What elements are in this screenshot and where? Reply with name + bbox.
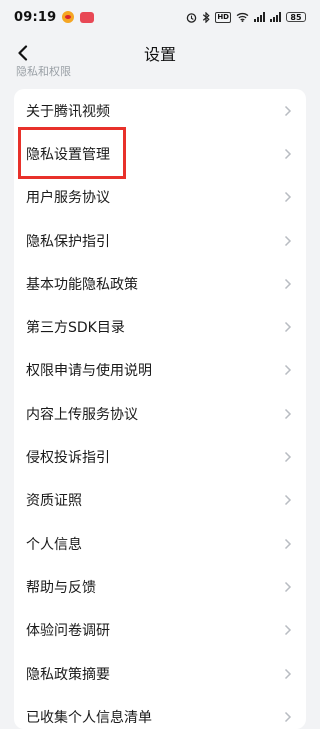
list-item-qualifications[interactable]: 资质证照 [14, 479, 306, 522]
chevron-right-icon [284, 668, 292, 680]
item-label: 个人信息 [26, 536, 82, 553]
chevron-right-icon [284, 494, 292, 506]
chevron-right-icon [284, 105, 292, 117]
item-label: 侵权投诉指引 [26, 450, 110, 467]
list-item-upload-agreement[interactable]: 内容上传服务协议 [14, 392, 306, 435]
status-left: 09:19 [14, 9, 95, 25]
chevron-right-icon [284, 364, 292, 376]
wifi-icon [236, 12, 249, 22]
item-label: 第三方SDK目录 [26, 320, 125, 337]
list-item-personal-info[interactable]: 个人信息 [14, 522, 306, 565]
list-item-basic-privacy-policy[interactable]: 基本功能隐私政策 [14, 262, 306, 305]
item-label: 资质证照 [26, 493, 82, 510]
alarm-icon [187, 12, 197, 23]
chevron-right-icon [284, 408, 292, 420]
page-title: 设置 [143, 45, 176, 64]
item-label: 用户服务协议 [26, 190, 110, 207]
list-item-user-agreement[interactable]: 用户服务协议 [14, 176, 306, 219]
chevron-right-icon [284, 321, 292, 333]
item-label: 隐私政策摘要 [26, 666, 110, 683]
chevron-left-icon [18, 45, 28, 61]
item-label: 内容上传服务协议 [26, 406, 138, 423]
status-bar: 09:19 HD 85 [0, 0, 320, 34]
hd-icon: HD [215, 11, 231, 23]
chevron-right-icon [284, 581, 292, 593]
item-label: 体验问卷调研 [26, 623, 110, 640]
item-label: 已收集个人信息清单 [26, 709, 152, 726]
section-header: 隐私和权限 [16, 66, 71, 78]
status-time: 09:19 [14, 9, 57, 25]
item-label: 基本功能隐私政策 [26, 276, 138, 293]
chevron-right-icon [284, 278, 292, 290]
message-icon [80, 11, 95, 23]
weibo-icon [62, 11, 75, 23]
signal-icon [254, 12, 265, 22]
highlight-annotation [18, 127, 126, 179]
bluetooth-icon [203, 11, 210, 23]
battery-icon: 85 [286, 12, 306, 22]
list-item-sdk-directory[interactable]: 第三方SDK目录 [14, 305, 306, 348]
list-item-infringement[interactable]: 侵权投诉指引 [14, 435, 306, 478]
chevron-right-icon [284, 538, 292, 550]
settings-list: 关于腾讯视频 隐私设置管理 用户服务协议 隐私保护指引 基本功能隐私政策 第三方… [14, 89, 306, 729]
chevron-right-icon [284, 148, 292, 160]
status-right: HD 85 [186, 11, 306, 23]
list-item-about[interactable]: 关于腾讯视频 [14, 89, 306, 132]
item-label: 关于腾讯视频 [26, 103, 110, 120]
item-label: 帮助与反馈 [26, 579, 96, 596]
list-item-survey[interactable]: 体验问卷调研 [14, 609, 306, 652]
chevron-right-icon [284, 711, 292, 723]
chevron-right-icon [284, 235, 292, 247]
list-item-permissions[interactable]: 权限申请与使用说明 [14, 349, 306, 392]
item-label: 隐私保护指引 [26, 233, 110, 250]
back-button[interactable] [8, 38, 38, 68]
chevron-right-icon [284, 191, 292, 203]
item-label: 权限申请与使用说明 [26, 363, 152, 380]
list-item-privacy-summary[interactable]: 隐私政策摘要 [14, 652, 306, 695]
list-item-privacy-guide[interactable]: 隐私保护指引 [14, 219, 306, 262]
signal-icon [270, 12, 281, 22]
list-item-help-feedback[interactable]: 帮助与反馈 [14, 565, 306, 608]
chevron-right-icon [284, 451, 292, 463]
chevron-right-icon [284, 624, 292, 636]
list-item-collected-info[interactable]: 已收集个人信息清单 [14, 695, 306, 729]
